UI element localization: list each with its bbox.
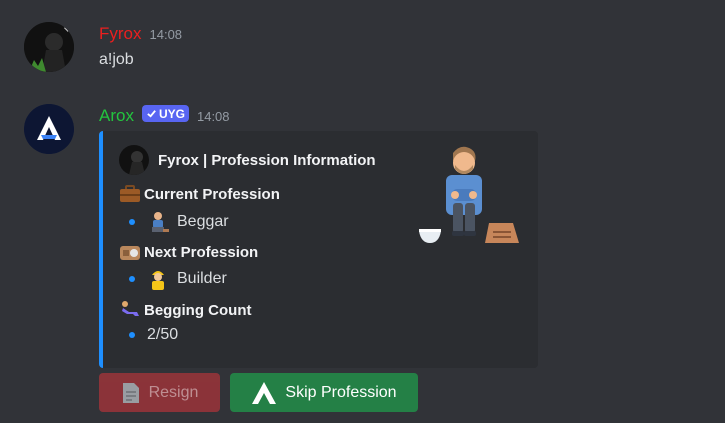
username[interactable]: Fyrox xyxy=(99,24,142,44)
bot-avatar[interactable] xyxy=(24,104,74,154)
embed: Fyrox | Profession Information Current P… xyxy=(99,131,538,368)
construction-worker-icon xyxy=(152,271,164,290)
field-name-current-profession: Current Profession xyxy=(119,183,280,205)
field-value-current-profession: Beggar xyxy=(129,211,229,233)
timestamp: 14:08 xyxy=(149,27,183,42)
document-icon xyxy=(122,382,139,403)
bot-tag: UYG xyxy=(141,105,189,122)
briefcase-icon xyxy=(120,185,140,202)
radio-icon xyxy=(120,246,140,260)
bot-tag-label: UYG xyxy=(158,106,185,121)
bullet-dot xyxy=(129,332,135,338)
sitting-person-icon xyxy=(122,301,139,316)
field-name-next-profession: Next Profession xyxy=(119,241,258,263)
message-content: a!job xyxy=(99,51,134,68)
author-avatar-icon xyxy=(119,145,149,175)
username[interactable]: Arox xyxy=(99,106,134,126)
resign-button[interactable]: Resign xyxy=(99,373,220,412)
bullet-dot xyxy=(129,276,135,282)
bullet-dot xyxy=(129,219,135,225)
user-avatar[interactable] xyxy=(24,22,74,72)
embed-author-name: Fyrox | Profession Information xyxy=(158,151,376,169)
checkmark-icon xyxy=(147,110,156,118)
field-value-next-profession: Builder xyxy=(129,268,227,290)
skip-profession-button[interactable]: Skip Profession xyxy=(230,373,418,412)
skip-profession-button-label: Skip Profession xyxy=(285,383,397,401)
timestamp: 14:08 xyxy=(196,109,230,124)
field-name-begging-count: Begging Count xyxy=(119,299,251,321)
beggar-emoji-icon xyxy=(152,212,169,232)
resign-button-label: Resign xyxy=(148,383,199,401)
chevron-up-icon xyxy=(252,381,277,404)
beggar-sitting-illustration xyxy=(419,146,519,243)
field-value-begging-count: 2/50 xyxy=(129,326,178,344)
